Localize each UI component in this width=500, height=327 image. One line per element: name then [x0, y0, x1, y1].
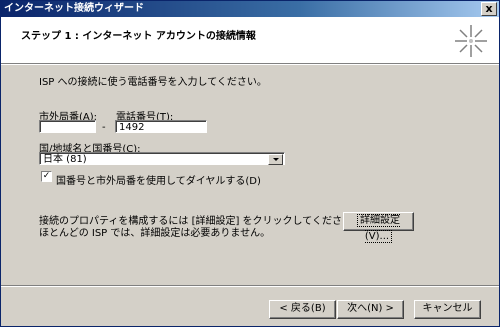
- use-codes-checkbox[interactable]: ✓: [41, 171, 52, 182]
- country-selected-value: 日本 (81): [43, 154, 87, 165]
- advanced-settings-button[interactable]: 詳細設定(V)...: [343, 212, 414, 243]
- wizard-sparkle-icon: [455, 25, 487, 57]
- close-icon: x: [485, 2, 493, 15]
- close-button[interactable]: x: [481, 2, 497, 16]
- next-button[interactable]: 次へ(N) >: [337, 300, 404, 319]
- window-title: インターネット接続ウィザード: [4, 3, 144, 14]
- area-code-input[interactable]: [39, 120, 96, 133]
- cancel-button[interactable]: キャンセル: [414, 300, 481, 319]
- title-bar[interactable]: インターネット接続ウィザード x: [1, 1, 499, 17]
- step-title: ステップ 1 : インターネット アカウントの接続情報: [21, 31, 256, 42]
- intro-text: ISP への接続に使う電話番号を入力してください。: [39, 77, 267, 88]
- wizard-header: ステップ 1 : インターネット アカウントの接続情報: [1, 17, 499, 64]
- use-codes-label[interactable]: 国番号と市外局番を使用してダイヤルする(D): [56, 172, 261, 187]
- back-button[interactable]: < 戻る(B): [269, 300, 336, 319]
- wizard-window: インターネット接続ウィザード x ステップ 1 : インターネット アカウントの…: [0, 0, 500, 327]
- chevron-down-icon[interactable]: [268, 154, 283, 165]
- advanced-settings-label: 詳細設定(V)...: [357, 214, 400, 243]
- country-select[interactable]: 日本 (81): [39, 152, 285, 165]
- phone-number-input[interactable]: 1492: [115, 120, 207, 133]
- advanced-description-line2: ほとんどの ISP では、詳細設定は必要ありません。: [39, 228, 271, 239]
- dash-separator: -: [102, 122, 106, 133]
